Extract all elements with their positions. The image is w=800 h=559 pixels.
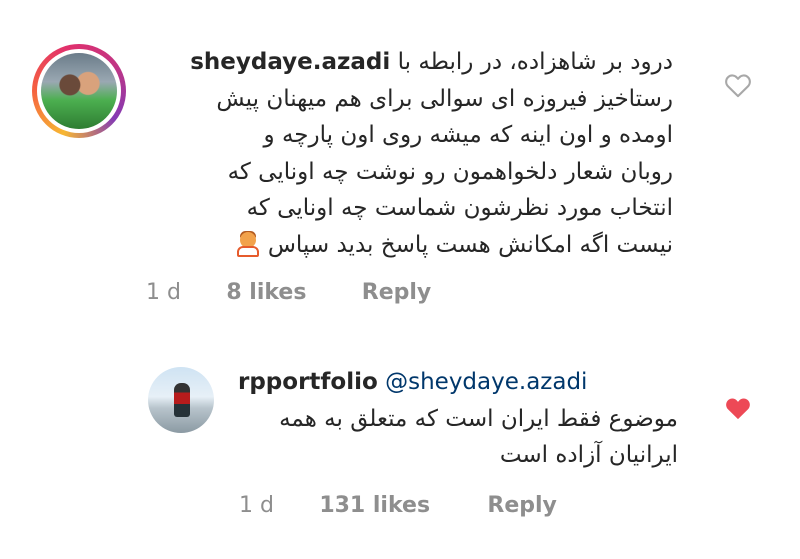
person-raising-hands-emoji: [235, 230, 261, 257]
reply-comment-body: rpportfolio @sheydaye.azadi موضوع فقط ای…: [238, 364, 678, 474]
avatar-sheydaye-azadi[interactable]: [32, 44, 126, 138]
comment-meta: 1 d 8 likes Reply: [146, 280, 431, 305]
avatar-photo: [174, 383, 190, 417]
comment-line-6: نیست اگه امکانش هست پاسخ بدید سپاس: [145, 227, 673, 264]
comment-line-3: اومده و اون اینه که میشه روی اون پارچه و: [263, 122, 673, 149]
comment-username[interactable]: rpportfolio: [238, 369, 378, 395]
comment-line-text: درود بر شاهزاده، در رابطه با: [397, 49, 673, 75]
comment-username[interactable]: sheydaye.azadi: [190, 49, 390, 75]
comment-body: درود بر شاهزاده، در رابطه با sheydaye.az…: [145, 44, 673, 264]
comment-time: 1 d: [146, 280, 181, 305]
mention-link[interactable]: @sheydaye.azadi: [385, 369, 587, 395]
reply-comment-header: rpportfolio @sheydaye.azadi: [238, 364, 678, 401]
comment-line-4: روبان شعار دلخواهمون رو نوشت چه اونایی ک…: [227, 158, 673, 185]
comment-line-2: رستاخیز فیروزه ای سوالی برای هم میهنان پ…: [216, 85, 673, 112]
comment-line-2: ایرانیان آزاده است: [499, 442, 678, 469]
comment-line-text: نیست اگه امکانش هست پاسخ بدید سپاس: [267, 231, 673, 258]
avatar-photo: [41, 53, 117, 129]
reply-button[interactable]: Reply: [487, 493, 557, 518]
avatar-rpportfolio[interactable]: [148, 367, 214, 433]
comment-line-5: انتخاب مورد نظرشون شماست چه اونایی که: [246, 195, 673, 222]
likes-count-link[interactable]: 131 likes: [319, 493, 430, 518]
liked-heart-icon[interactable]: [724, 395, 752, 421]
comment-line-1: درود بر شاهزاده، در رابطه با sheydaye.az…: [145, 44, 673, 81]
reply-button[interactable]: Reply: [362, 280, 432, 305]
like-heart-icon[interactable]: [724, 72, 752, 98]
reply-comment-meta: 1 d 131 likes Reply: [239, 493, 557, 518]
likes-count-link[interactable]: 8 likes: [226, 280, 306, 305]
comment-time: 1 d: [239, 493, 274, 518]
comment-line-1: موضوع فقط ایران است که متعلق به همه: [279, 405, 678, 432]
avatar-ring-inner: [37, 49, 121, 133]
